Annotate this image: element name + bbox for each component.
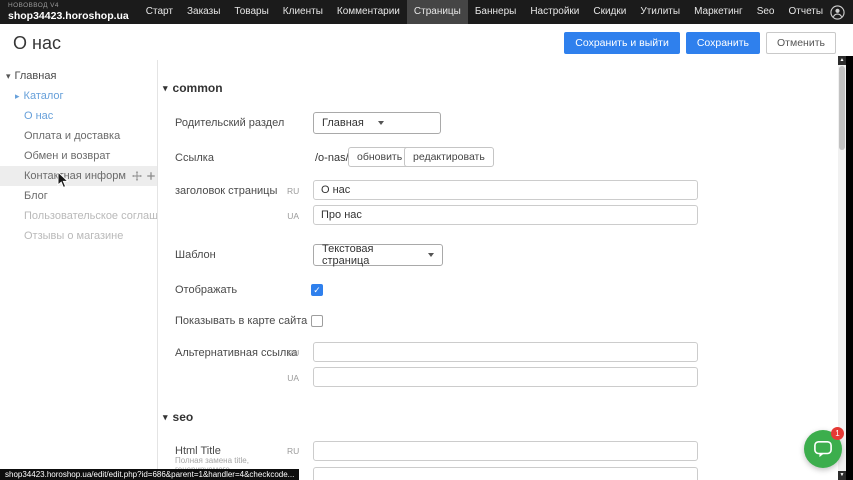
- tree-item-catalog[interactable]: ▸ Каталог: [0, 86, 157, 106]
- move-icon[interactable]: [132, 171, 142, 181]
- menu-item-marketing[interactable]: Маркетинг: [687, 0, 750, 24]
- link-path: /o-nas/: [315, 152, 349, 164]
- tree-item-label: О нас: [24, 110, 53, 122]
- page-title: О нас: [13, 33, 61, 54]
- chat-bubble-icon: [813, 440, 833, 458]
- tree-item-contact-info[interactable]: Контактная информ: [0, 166, 157, 186]
- alt-link-ru-input[interactable]: [313, 342, 698, 362]
- header-buttons: Сохранить и выйти Сохранить Отменить: [564, 32, 836, 54]
- chevron-down-icon: [378, 121, 384, 125]
- menu-item-discounts[interactable]: Скидки: [586, 0, 633, 24]
- chevron-down-icon[interactable]: ▾: [6, 71, 11, 82]
- link-edit-button[interactable]: редактировать: [404, 147, 494, 167]
- sitemap-checkbox[interactable]: [311, 315, 323, 327]
- page-edit-form: ▾ common Родительский раздел Главная Ссы…: [158, 56, 838, 480]
- section-seo-title: seo: [173, 410, 194, 424]
- parent-section-label: Родительский раздел: [175, 117, 284, 129]
- parent-section-value: Главная: [322, 117, 364, 129]
- right-letterbox: [846, 56, 853, 480]
- tree-item-payment-delivery[interactable]: Оплата и доставка: [0, 126, 157, 146]
- menu-item-reports[interactable]: Отчеты: [782, 0, 831, 24]
- menu-item-products[interactable]: Товары: [227, 0, 275, 24]
- link-preview-statusbar: shop34423.horoshop.ua/edit/edit.php?id=6…: [0, 469, 299, 480]
- template-select[interactable]: Текстовая страница: [313, 244, 443, 266]
- lang-ru-tag: RU: [287, 186, 299, 196]
- sidebar-divider: [157, 58, 158, 480]
- menu-item-banners[interactable]: Баннеры: [468, 0, 523, 24]
- tree-item-label: Обмен и возврат: [24, 150, 110, 162]
- tree-item-label: Оплата и доставка: [24, 130, 120, 142]
- section-common-header[interactable]: ▾ common: [163, 81, 223, 95]
- alt-link-ua-input[interactable]: [313, 367, 698, 387]
- section-common-title: common: [173, 81, 223, 95]
- tree-item-label: Блог: [24, 190, 48, 202]
- link-refresh-button[interactable]: обновить: [348, 147, 411, 167]
- tree-item-user-agreement[interactable]: Пользовательское соглашение: [0, 206, 157, 226]
- save-button[interactable]: Сохранить: [686, 32, 760, 54]
- chat-unread-badge: 1: [831, 427, 844, 440]
- template-value: Текстовая страница: [322, 243, 414, 267]
- chevron-down-icon: [428, 253, 434, 257]
- html-title-ua-input[interactable]: [313, 467, 698, 480]
- save-and-exit-button[interactable]: Сохранить и выйти: [564, 32, 680, 54]
- chevron-down-icon: ▾: [163, 412, 168, 423]
- tree-item-store-reviews[interactable]: Отзывы о магазине: [0, 226, 157, 246]
- menu-item-clients[interactable]: Клиенты: [276, 0, 330, 24]
- alt-link-label: Альтернативная ссылка: [175, 347, 297, 359]
- template-label: Шаблон: [175, 249, 216, 261]
- lang-ru-tag: RU: [287, 446, 299, 456]
- parent-section-select[interactable]: Главная: [313, 112, 441, 134]
- lang-ru-tag: RU: [287, 348, 299, 358]
- cancel-button[interactable]: Отменить: [766, 32, 836, 54]
- brand-domain: shop34423.horoshop.ua: [8, 11, 129, 22]
- link-label: Ссылка: [175, 152, 214, 164]
- sitemap-label: Показывать в карте сайта: [175, 315, 307, 327]
- menu-item-start[interactable]: Старт: [139, 0, 180, 24]
- user-account-icon[interactable]: [830, 5, 845, 20]
- tree-item-label: Каталог: [24, 90, 64, 102]
- menu-item-pages[interactable]: Страницы: [407, 0, 468, 24]
- chevron-down-icon: ▾: [163, 83, 168, 94]
- menu-item-seo[interactable]: Seo: [750, 0, 782, 24]
- tree-item-label: Пользовательское соглашение: [24, 210, 157, 222]
- display-checkbox[interactable]: ✓: [311, 284, 323, 296]
- brand-version: НОВОВВОД V4: [8, 3, 129, 10]
- section-seo-header[interactable]: ▾ seo: [163, 410, 193, 424]
- page-title-label: заголовок страницы: [175, 185, 277, 197]
- topbar-icons: [830, 5, 853, 20]
- topbar: НОВОВВОД V4 shop34423.horoshop.ua Старт …: [0, 0, 853, 24]
- menu-item-utilities[interactable]: Утилиты: [633, 0, 687, 24]
- tree-item-blog[interactable]: Блог: [0, 186, 157, 206]
- menu-item-orders[interactable]: Заказы: [180, 0, 227, 24]
- pages-tree: ▾ Главная ▸ Каталог О нас Оплата и доста…: [0, 66, 157, 246]
- page-header: О нас Сохранить и выйти Сохранить Отмени…: [0, 24, 846, 60]
- scroll-up-icon[interactable]: ▲: [838, 56, 846, 65]
- vertical-scrollbar[interactable]: ▲ ▼: [838, 56, 846, 480]
- tree-item-label: Контактная информ: [24, 170, 126, 182]
- tree-item-home[interactable]: ▾ Главная: [0, 66, 157, 86]
- tree-item-exchange-return[interactable]: Обмен и возврат: [0, 146, 157, 166]
- display-label: Отображать: [175, 284, 237, 296]
- page-title-ua-input[interactable]: [313, 205, 698, 225]
- scrollbar-thumb[interactable]: [839, 66, 845, 150]
- tree-item-about[interactable]: О нас: [0, 106, 157, 126]
- html-title-ru-input[interactable]: [313, 441, 698, 461]
- scroll-down-icon[interactable]: ▼: [838, 471, 846, 480]
- page-title-ru-input[interactable]: [313, 180, 698, 200]
- lang-ua-tag: UA: [287, 373, 299, 383]
- tree-item-label: Отзывы о магазине: [24, 230, 123, 242]
- add-icon[interactable]: [146, 171, 156, 181]
- chevron-right-icon[interactable]: ▸: [15, 91, 20, 102]
- main-menu: Старт Заказы Товары Клиенты Комментарии …: [139, 0, 830, 24]
- menu-item-settings[interactable]: Настройки: [523, 0, 586, 24]
- brand[interactable]: НОВОВВОД V4 shop34423.horoshop.ua: [0, 1, 139, 23]
- tree-item-actions: [132, 171, 157, 181]
- tree-item-label: Главная: [15, 70, 57, 82]
- lang-ua-tag: UA: [287, 211, 299, 221]
- menu-item-comments[interactable]: Комментарии: [330, 0, 407, 24]
